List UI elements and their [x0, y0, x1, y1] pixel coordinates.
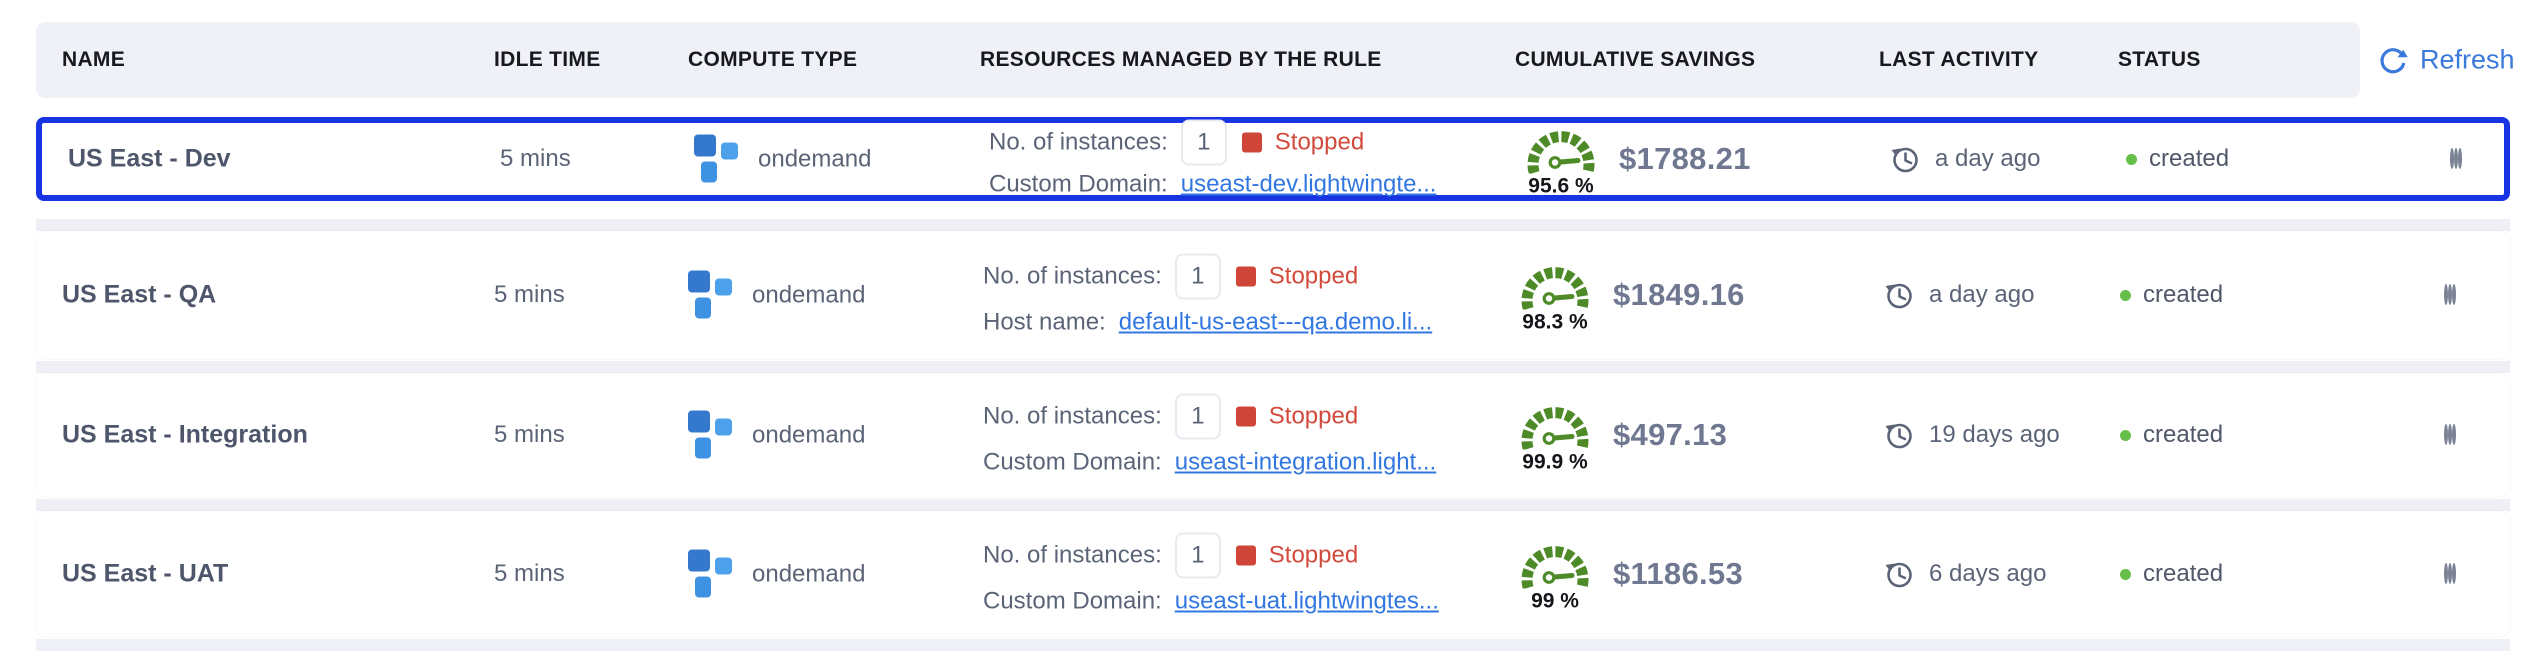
idle-time-value: 5 mins: [494, 421, 565, 449]
status-value: created: [2149, 145, 2229, 173]
instance-state: Stopped: [1269, 263, 1358, 291]
rules-table-page: NAME IDLE TIME COMPUTE TYPE RESOURCES MA…: [0, 0, 2534, 670]
column-header-idle-time: IDLE TIME: [494, 48, 601, 72]
column-header-compute-type: COMPUTE TYPE: [688, 48, 857, 72]
stopped-square-icon: [1236, 546, 1256, 566]
rule-name: US East - UAT: [62, 560, 228, 589]
history-clock-icon: [1883, 279, 1915, 311]
table-row-us-east-qa[interactable]: US East - QA 5 mins ondemand No. of inst…: [36, 231, 2510, 359]
resource-label: Host name:: [983, 309, 1106, 337]
savings-amount: $1788.21: [1619, 141, 1751, 177]
resource-link[interactable]: useast-dev.lightwingte...: [1181, 171, 1437, 199]
column-header-savings: CUMULATIVE SAVINGS: [1515, 48, 1755, 72]
table-header: NAME IDLE TIME COMPUTE TYPE RESOURCES MA…: [36, 22, 2360, 98]
compute-cluster-icon: [688, 411, 734, 460]
row-actions-menu[interactable]: [2440, 422, 2460, 448]
savings-percent: 95.6 %: [1519, 176, 1603, 197]
savings-percent: 99.9 %: [1513, 452, 1597, 473]
status-value: created: [2143, 421, 2223, 449]
savings-percent: 98.3 %: [1513, 312, 1597, 333]
compute-cluster-icon: [688, 550, 734, 599]
idle-time-value: 5 mins: [494, 281, 565, 309]
compute-type-value: ondemand: [758, 145, 871, 173]
instances-count-chip: 1: [1181, 120, 1227, 166]
history-clock-icon: [1883, 558, 1915, 590]
instance-state: Stopped: [1269, 403, 1358, 431]
instances-count-chip: 1: [1175, 394, 1221, 440]
instances-label: No. of instances:: [983, 542, 1162, 570]
resource-label: Custom Domain:: [989, 171, 1168, 199]
savings-percent: 99 %: [1513, 591, 1597, 612]
refresh-button[interactable]: Refresh: [2378, 45, 2515, 76]
rule-name: US East - QA: [62, 281, 216, 310]
instances-label: No. of instances:: [983, 263, 1162, 291]
table-row-us-east-integration[interactable]: US East - Integration 5 mins ondemand No…: [36, 373, 2510, 497]
column-header-last-activity: LAST ACTIVITY: [1879, 48, 2038, 72]
status-dot: [2126, 154, 2137, 165]
last-activity-value: a day ago: [1935, 145, 2040, 173]
refresh-label: Refresh: [2420, 45, 2515, 76]
table-row-us-east-dev[interactable]: US East - Dev 5 mins ondemand No. of ins…: [36, 117, 2510, 201]
compute-type-value: ondemand: [752, 281, 865, 309]
row-divider: [36, 219, 2510, 231]
compute-cluster-icon: [688, 271, 734, 320]
table-row-us-east-uat[interactable]: US East - UAT 5 mins ondemand No. of ins…: [36, 511, 2510, 637]
instances-count-chip: 1: [1175, 254, 1221, 300]
last-activity-value: 19 days ago: [1929, 421, 2060, 449]
resource-link[interactable]: useast-uat.lightwingtes...: [1175, 588, 1439, 616]
instance-state: Stopped: [1269, 542, 1358, 570]
resource-link[interactable]: default-us-east---qa.demo.li...: [1119, 309, 1432, 337]
compute-type-value: ondemand: [752, 560, 865, 588]
status-dot: [2120, 290, 2131, 301]
row-divider: [36, 361, 2510, 373]
row-actions-menu[interactable]: [2440, 561, 2460, 587]
row-divider: [36, 499, 2510, 511]
savings-gauge: 99 %: [1513, 537, 1597, 612]
compute-type-value: ondemand: [752, 421, 865, 449]
instance-state: Stopped: [1275, 129, 1364, 157]
row-actions-menu[interactable]: [2440, 282, 2460, 308]
savings-amount: $497.13: [1613, 417, 1727, 453]
resource-label: Custom Domain:: [983, 449, 1162, 477]
savings-amount: $1186.53: [1613, 556, 1743, 592]
savings-gauge: 95.6 %: [1519, 122, 1603, 197]
last-activity-value: 6 days ago: [1929, 560, 2046, 588]
instances-label: No. of instances:: [983, 403, 1162, 431]
column-header-resources: RESOURCES MANAGED BY THE RULE: [980, 48, 1382, 72]
stopped-square-icon: [1236, 407, 1256, 427]
status-dot: [2120, 430, 2131, 441]
column-header-status: STATUS: [2118, 48, 2201, 72]
history-clock-icon: [1883, 419, 1915, 451]
idle-time-value: 5 mins: [494, 560, 565, 588]
rule-name: US East - Integration: [62, 421, 308, 450]
stopped-square-icon: [1236, 267, 1256, 287]
resource-label: Custom Domain:: [983, 588, 1162, 616]
last-activity-value: a day ago: [1929, 281, 2034, 309]
column-header-name: NAME: [62, 48, 125, 72]
savings-amount: $1849.16: [1613, 277, 1745, 313]
rule-name: US East - Dev: [68, 145, 231, 174]
status-value: created: [2143, 281, 2223, 309]
stopped-square-icon: [1242, 133, 1262, 153]
compute-cluster-icon: [694, 135, 740, 184]
status-dot: [2120, 569, 2131, 580]
refresh-icon: [2378, 45, 2408, 75]
savings-gauge: 99.9 %: [1513, 398, 1597, 473]
idle-time-value: 5 mins: [500, 145, 571, 173]
row-divider: [36, 639, 2510, 651]
instances-count-chip: 1: [1175, 533, 1221, 579]
savings-gauge: 98.3 %: [1513, 258, 1597, 333]
status-value: created: [2143, 560, 2223, 588]
instances-label: No. of instances:: [989, 129, 1168, 157]
history-clock-icon: [1889, 143, 1921, 175]
row-actions-menu[interactable]: [2446, 146, 2466, 172]
resource-link[interactable]: useast-integration.light...: [1175, 449, 1436, 477]
